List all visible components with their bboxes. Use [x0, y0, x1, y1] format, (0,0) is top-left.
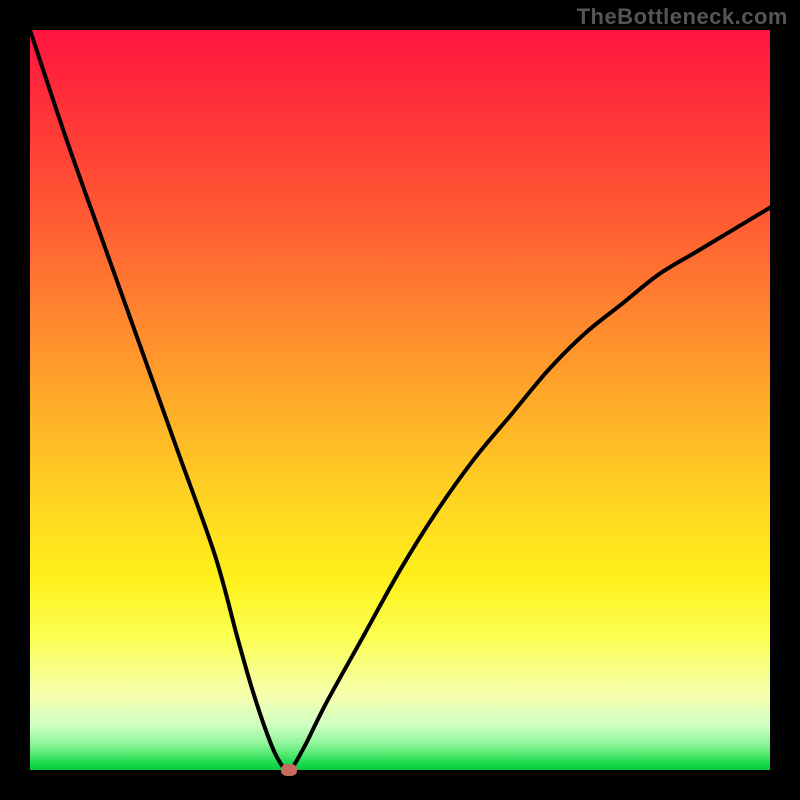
minimum-marker — [281, 764, 297, 776]
watermark-text: TheBottleneck.com — [577, 4, 788, 30]
curve-svg — [30, 30, 770, 770]
chart-frame: TheBottleneck.com — [0, 0, 800, 800]
plot-area — [30, 30, 770, 770]
bottleneck-curve — [30, 30, 770, 770]
